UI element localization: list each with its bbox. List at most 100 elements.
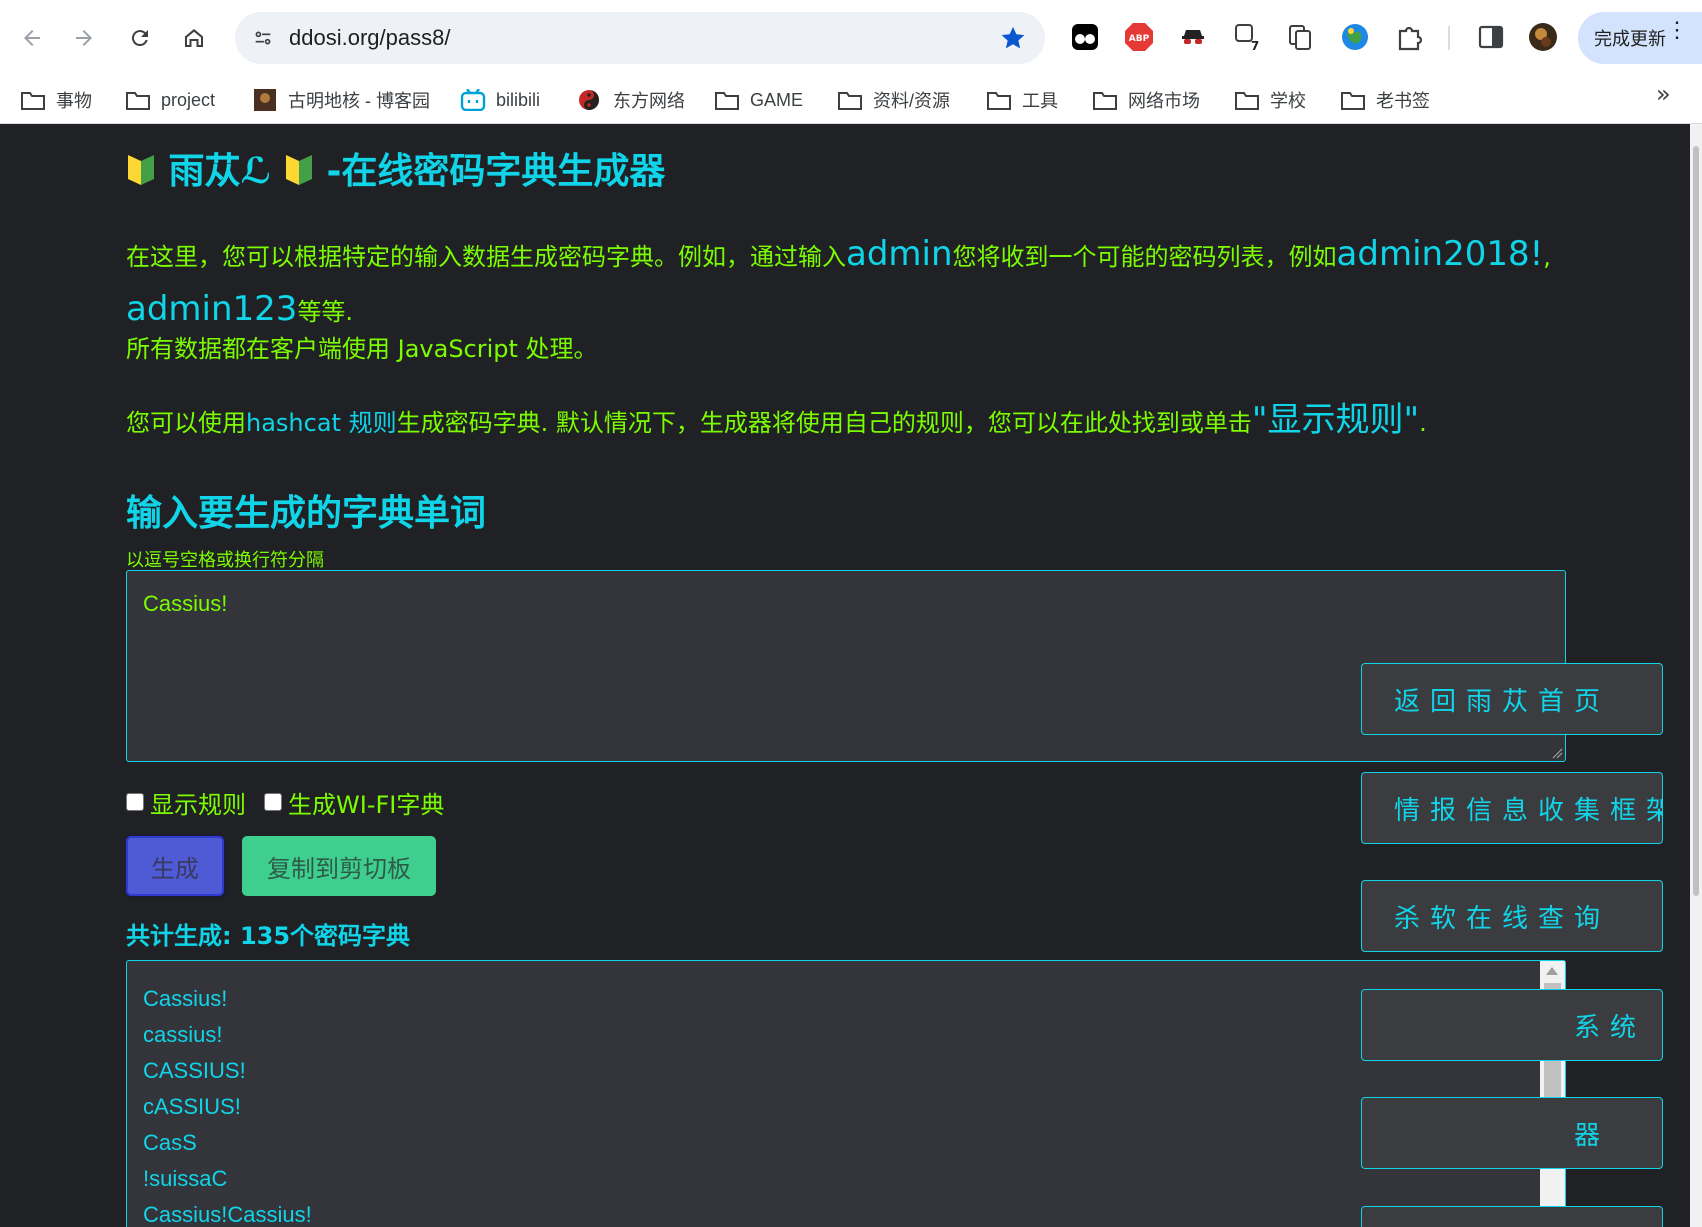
home-icon	[185, 29, 203, 47]
words-input[interactable]: Cassius!	[126, 570, 1566, 762]
arrow-left-icon	[24, 30, 40, 46]
page-title: 雨苁ℒ -在线密码字典生成器	[126, 142, 665, 194]
side-menu-home-button[interactable]: 返回雨苁首页	[1361, 663, 1663, 735]
bookmark-label: 工具	[1022, 91, 1058, 111]
input-hint: 以逗号空格或换行符分隔	[126, 550, 324, 571]
bookmark-item[interactable]: 老书签	[1340, 82, 1430, 118]
copy-extension-icon[interactable]	[1284, 20, 1318, 54]
intro-example: admin2018!	[1336, 234, 1544, 274]
intro-rules-paragraph: 您可以使用hashcat 规则生成密码字典. 默认情况下，生成器将使用自己的规则…	[126, 392, 1427, 441]
side-panel-icon[interactable]	[1474, 20, 1508, 54]
bookmark-label: project	[161, 89, 216, 110]
site-info-icon[interactable]	[245, 20, 281, 56]
bookmark-label: 网络市场	[1128, 91, 1200, 111]
bookmark-label: 资料/资源	[873, 91, 951, 111]
avatar-icon	[254, 89, 276, 111]
bookmark-item[interactable]: 东方网络	[577, 82, 685, 118]
side-menu-button[interactable]	[1361, 1206, 1663, 1227]
address-bar[interactable]: ddosi.org/pass8/	[235, 12, 1045, 64]
bookmarks-bar: 事物 project 古明地核 - 博客园 bilibili 东方网络 GAME…	[0, 76, 1702, 124]
forward-button[interactable]	[64, 18, 104, 58]
show-rules-checkbox[interactable]	[126, 793, 144, 811]
home-button[interactable]	[174, 18, 214, 58]
output-line: Cassius!Cassius!	[143, 1202, 312, 1227]
reload-icon	[131, 30, 148, 47]
page-content: 雨苁ℒ -在线密码字典生成器 在这里，您可以根据特定的输入数据生成密码字典。例如…	[0, 124, 1690, 1227]
bookmark-item[interactable]: 古明地核 - 博客园	[252, 82, 430, 118]
title-brand: 雨苁ℒ	[168, 151, 272, 192]
chevron-double-right-icon[interactable]: »	[1656, 80, 1671, 108]
side-menu-intel-button[interactable]: 情报信息收集框架	[1361, 772, 1663, 844]
url-text[interactable]: ddosi.org/pass8/	[289, 25, 450, 51]
beginner-badge-icon	[285, 155, 312, 185]
generate-button[interactable]: 生成	[126, 836, 224, 896]
title-suffix: -在线密码字典生成器	[326, 151, 666, 192]
tampermonkey-extension-icon[interactable]	[1068, 20, 1102, 54]
scroll-up-arrow-icon[interactable]	[1546, 967, 1558, 975]
folder-icon	[1235, 92, 1259, 110]
update-button[interactable]: 完成更新 ⋮	[1578, 12, 1702, 64]
browser-chrome: ddosi.org/pass8/ ABP 7 完成更新 ⋮ 事物 project…	[0, 0, 1702, 124]
bookmark-label: 老书签	[1376, 91, 1430, 111]
side-menu-tool-button[interactable]: 器	[1361, 1097, 1663, 1169]
output-line: Cassius!	[143, 986, 228, 1011]
bookmark-label: 东方网络	[613, 91, 685, 111]
intro-text: 等等.	[297, 298, 354, 326]
output-line: cASSIUS!	[143, 1094, 241, 1119]
folder-icon	[21, 92, 45, 110]
globe-extension-icon[interactable]	[1338, 20, 1372, 54]
bookmark-item[interactable]: 工具	[986, 82, 1058, 118]
svg-text:7: 7	[1251, 39, 1259, 52]
folder-icon	[1093, 92, 1117, 110]
more-menu-icon[interactable]: ⋮	[1666, 19, 1688, 41]
show-rules-option[interactable]: 显示规则	[126, 785, 246, 820]
bookmark-label: GAME	[750, 89, 804, 110]
adblock-extension-icon[interactable]: ABP	[1122, 20, 1156, 54]
bookmark-item[interactable]: 网络市场	[1092, 82, 1200, 118]
bookmark-item[interactable]: GAME	[714, 82, 803, 118]
toolbar-divider	[1448, 26, 1450, 50]
bookmark-item[interactable]: 学校	[1234, 82, 1306, 118]
page-scroll-thumb[interactable]	[1693, 146, 1699, 896]
bookmark-item[interactable]: 资料/资源	[837, 82, 950, 118]
bookmark-label: 学校	[1270, 91, 1306, 111]
copy-to-clipboard-button[interactable]: 复制到剪切板	[242, 836, 436, 896]
back-button[interactable]	[12, 18, 52, 58]
side-menu-antivirus-button[interactable]: 杀软在线查询	[1361, 880, 1663, 952]
wifi-option[interactable]: 生成WI-FI字典	[264, 785, 444, 820]
wifi-checkbox[interactable]	[264, 793, 282, 811]
folder-icon	[987, 92, 1011, 110]
output-line: !suissaC	[143, 1166, 228, 1191]
bookmark-item[interactable]: bilibili	[460, 82, 540, 118]
words-input-value: Cassius!	[143, 591, 228, 616]
intro-paragraph: 在这里，您可以根据特定的输入数据生成密码字典。例如，通过输入admin您将收到一…	[126, 228, 1566, 338]
bookmark-label: 事物	[56, 91, 92, 111]
hashcat-rules-link[interactable]: hashcat 规则	[246, 409, 397, 437]
bookmark-item[interactable]: 事物	[20, 82, 92, 118]
bilibili-icon	[460, 89, 486, 111]
output-textarea[interactable]: Cassius! cassius! CASSIUS! cASSIUS! CasS…	[126, 960, 1566, 1227]
svg-text:ABP: ABP	[1129, 34, 1150, 44]
resize-grip-icon[interactable]	[1551, 747, 1563, 759]
bookmark-item[interactable]: project	[125, 82, 215, 118]
bookmark-label: 古明地核 - 博客园	[288, 91, 430, 111]
show-rules-label: 显示规则	[150, 790, 246, 819]
intro-text: 在这里，您可以根据特定的输入数据生成密码字典。例如，通过输入	[126, 243, 846, 271]
folder-icon	[715, 92, 739, 110]
incognito-extension-icon[interactable]	[1176, 20, 1210, 54]
profile-avatar[interactable]	[1526, 20, 1560, 54]
extensions-puzzle-icon[interactable]	[1392, 20, 1426, 54]
bookmark-star-icon[interactable]	[999, 24, 1027, 52]
output-line: CasS	[143, 1130, 197, 1155]
output-line: cassius!	[143, 1022, 223, 1047]
extension-badge-icon[interactable]: 7	[1230, 20, 1264, 54]
intro-text: 您可以使用	[126, 409, 246, 437]
folder-icon	[1341, 92, 1365, 110]
show-rules-link[interactable]: "显示规则"	[1252, 400, 1419, 440]
reload-button[interactable]	[120, 18, 160, 58]
output-line: CASSIUS!	[143, 1058, 246, 1083]
folder-icon	[838, 92, 862, 110]
intro-js-note: 所有数据都在客户端使用 JavaScript 处理。	[126, 335, 598, 363]
side-menu-system-button[interactable]: 系统	[1361, 989, 1663, 1061]
page-scrollbar[interactable]	[1690, 124, 1702, 1227]
